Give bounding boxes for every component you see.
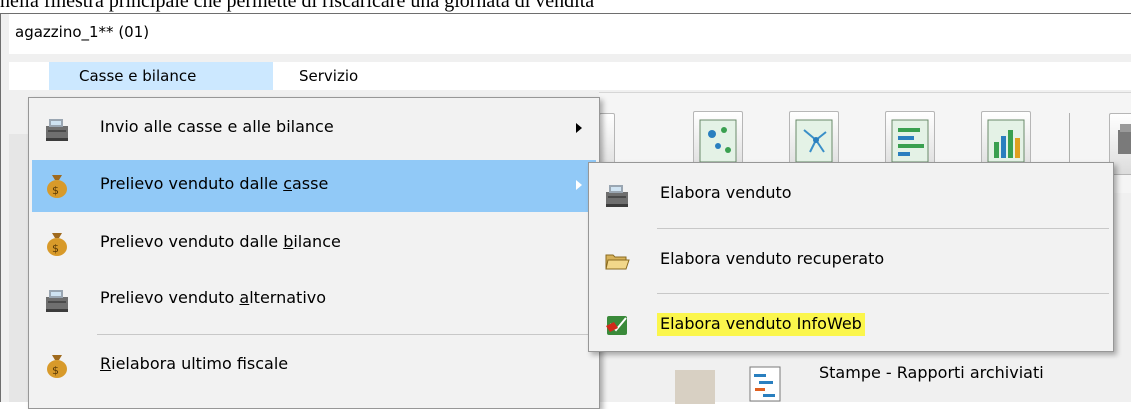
submenu-item-elabora-venduto-infoweb[interactable]: Elabora venduto InfoWeb [592,299,1110,351]
menu-separator [97,334,595,335]
prelievo-venduto-submenu: Elabora venduto Elabora venduto recupera… [588,162,1114,352]
title-bar: agazzino_1** (01) [9,14,1131,54]
cash-register-icon [606,185,628,207]
bar-list-icon [891,119,929,163]
money-bag-icon: $ [47,355,67,378]
menu-bar: Casse e bilance Servizio [9,62,1131,90]
menu-item-rielabora-ultimo-fiscale[interactable]: $ Rielabora ultimo fiscale [32,340,596,392]
menu-separator [657,228,1109,229]
left-panel-strip [9,134,30,402]
menu-item-invio-casse-bilance[interactable]: Invio alle casse e alle bilance [32,103,596,155]
menu-separator [657,293,1109,294]
menu-item-prelievo-venduto-casse[interactable]: $ Prelievo venduto dalle casse [32,160,596,212]
web-download-icon [606,316,627,335]
bar-chart-icon [987,119,1025,163]
menu-item-label: Prelievo venduto alternativo [100,288,327,307]
menu-servizio[interactable]: Servizio [287,62,370,90]
money-bag-icon: $ [47,233,67,256]
gantt-report-icon [749,366,781,402]
network-chart-icon [795,119,833,163]
menu-item-prelievo-venduto-bilance[interactable]: $ Prelievo venduto dalle bilance [32,218,596,270]
cash-register-icon [46,119,68,141]
menu-item-label: Prelievo venduto dalle bilance [100,232,341,251]
menu-item-label: Invio alle casse e alle bilance [100,117,334,136]
submenu-item-label: Elabora venduto InfoWeb [657,313,865,336]
svg-text:$: $ [52,242,59,255]
svg-text:$: $ [52,184,59,197]
money-bag-icon: $ [47,175,67,198]
archived-reports-item[interactable]: Stampe - Rapporti archiviati [675,352,1131,404]
submenu-item-label: Elabora venduto [660,183,792,202]
menu-item-label: Prelievo venduto dalle casse [100,174,329,193]
window-title: agazzino_1** (01) [15,23,150,41]
folder-open-icon [605,254,630,270]
menu-casse-e-bilance-label: Casse e bilance [79,67,197,85]
archived-reports-label: Stampe - Rapporti archiviati [819,363,1044,382]
menu-item-prelievo-venduto-alternativo[interactable]: Prelievo venduto alternativo [32,274,596,326]
submenu-arrow-icon [576,123,582,133]
casse-e-bilance-dropdown: Invio alle casse e alle bilance $ Prelie… [28,97,600,409]
cash-register-icon [46,290,68,312]
menu-item-label: Rielabora ultimo fiscale [100,354,289,373]
svg-text:$: $ [52,364,59,377]
scatter-chart-icon [699,119,737,163]
submenu-arrow-icon [576,180,582,190]
submenu-item-label: Elabora venduto recuperato [660,249,885,268]
cash-register-icon [1118,124,1131,154]
submenu-item-elabora-venduto-recuperato[interactable]: Elabora venduto recuperato [592,235,1110,287]
submenu-item-elabora-venduto[interactable]: Elabora venduto [592,169,1110,221]
background-panel [675,370,715,404]
menu-casse-e-bilance[interactable]: Casse e bilance [49,62,273,90]
document-caption: nella finestra principale che permette d… [0,0,595,12]
